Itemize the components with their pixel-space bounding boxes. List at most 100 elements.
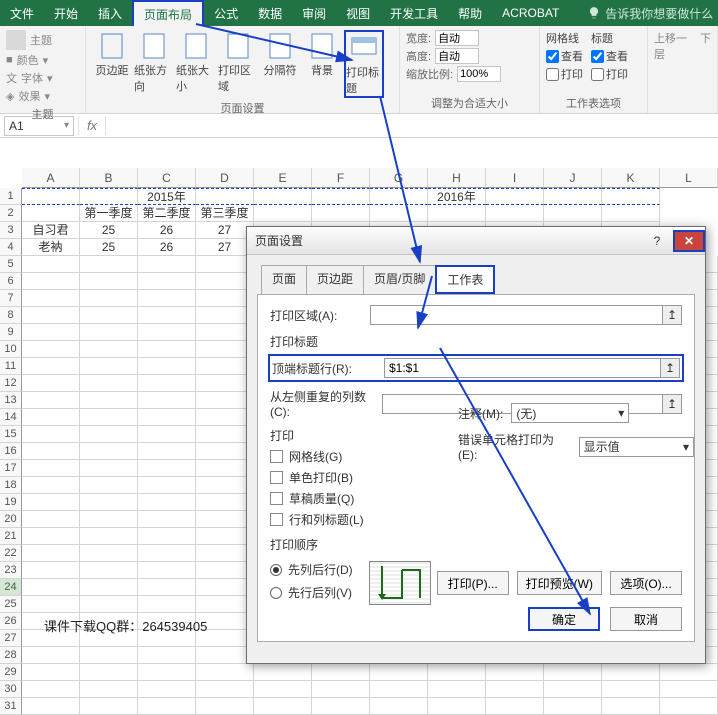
- col-H[interactable]: H: [428, 168, 486, 188]
- row-2[interactable]: 2: [0, 205, 22, 222]
- options-button[interactable]: 选项(O)...: [610, 571, 682, 595]
- print-titles-button[interactable]: 打印标题: [344, 30, 384, 98]
- col-F[interactable]: F: [312, 168, 370, 188]
- tab-review[interactable]: 审阅: [292, 0, 336, 26]
- row-26[interactable]: 26: [0, 613, 22, 630]
- dialog-titlebar[interactable]: 页面设置 ? ✕: [247, 227, 705, 255]
- row-17[interactable]: 17: [0, 460, 22, 477]
- bw-check[interactable]: 单色打印(B): [270, 469, 682, 486]
- dlg-tab-headerfooter[interactable]: 页眉/页脚: [363, 265, 435, 294]
- col-K[interactable]: K: [602, 168, 660, 188]
- cancel-button[interactable]: 取消: [610, 607, 682, 631]
- row-31[interactable]: 31: [0, 698, 22, 715]
- tab-data[interactable]: 数据: [248, 0, 292, 26]
- tab-help[interactable]: 帮助: [448, 0, 492, 26]
- bring-forward-button[interactable]: 上移一层: [654, 30, 696, 62]
- top-rows-input[interactable]: [384, 358, 661, 378]
- tab-developer[interactable]: 开发工具: [380, 0, 448, 26]
- close-button[interactable]: ✕: [673, 230, 705, 252]
- order-down-radio[interactable]: 先列后行(D): [270, 561, 353, 578]
- effects-button[interactable]: ◈ 效果 ▾: [6, 88, 79, 104]
- send-backward-button[interactable]: 下: [700, 30, 711, 62]
- row-23[interactable]: 23: [0, 562, 22, 579]
- row-18[interactable]: 18: [0, 477, 22, 494]
- year-2016[interactable]: 2016年: [428, 188, 486, 205]
- height-select[interactable]: [435, 48, 479, 64]
- col-L[interactable]: L: [660, 168, 718, 188]
- row-5[interactable]: 5: [0, 256, 22, 273]
- rowcol-check[interactable]: 行和列标题(L): [270, 511, 682, 528]
- row-20[interactable]: 20: [0, 511, 22, 528]
- tab-page-layout[interactable]: 页面布局: [132, 0, 204, 26]
- tab-formulas[interactable]: 公式: [204, 0, 248, 26]
- tab-insert[interactable]: 插入: [88, 0, 132, 26]
- row-13[interactable]: 13: [0, 392, 22, 409]
- row-6[interactable]: 6: [0, 273, 22, 290]
- colors-button[interactable]: ■ 颜色 ▾: [6, 52, 79, 68]
- row-16[interactable]: 16: [0, 443, 22, 460]
- year-2015[interactable]: 2015年: [138, 188, 196, 205]
- margins-button[interactable]: 页边距: [92, 30, 132, 98]
- col-J[interactable]: J: [544, 168, 602, 188]
- draft-check[interactable]: 草稿质量(Q): [270, 490, 682, 507]
- size-button[interactable]: 纸张大小: [176, 30, 216, 98]
- fonts-button[interactable]: 文 字体 ▾: [6, 70, 79, 86]
- row-10[interactable]: 10: [0, 341, 22, 358]
- row-15[interactable]: 15: [0, 426, 22, 443]
- print-area-collapse-button[interactable]: ↥: [662, 305, 682, 325]
- print-area-input[interactable]: [370, 305, 663, 325]
- ok-button[interactable]: 确定: [528, 607, 600, 631]
- orientation-button[interactable]: 纸张方向: [134, 30, 174, 98]
- col-B[interactable]: B: [80, 168, 138, 188]
- headings-print-check[interactable]: 打印: [591, 66, 628, 82]
- tab-view[interactable]: 视图: [336, 0, 380, 26]
- tell-me-search[interactable]: 告诉我你想要做什么: [587, 0, 713, 26]
- gridlines-view-check[interactable]: 查看: [546, 48, 583, 64]
- row-14[interactable]: 14: [0, 409, 22, 426]
- col-C[interactable]: C: [138, 168, 196, 188]
- col-E[interactable]: E: [254, 168, 312, 188]
- row-7[interactable]: 7: [0, 290, 22, 307]
- col-D[interactable]: D: [196, 168, 254, 188]
- col-A[interactable]: A: [22, 168, 80, 188]
- dlg-tab-sheet[interactable]: 工作表: [435, 265, 495, 294]
- print-area-button[interactable]: 打印区域: [218, 30, 258, 98]
- headings-view-check[interactable]: 查看: [591, 48, 628, 64]
- row-9[interactable]: 9: [0, 324, 22, 341]
- col-G[interactable]: G: [370, 168, 428, 188]
- top-rows-collapse-button[interactable]: ↥: [660, 358, 680, 378]
- order-over-radio[interactable]: 先行后列(V): [270, 584, 353, 601]
- col-I[interactable]: I: [486, 168, 544, 188]
- row-4[interactable]: 4: [0, 239, 22, 256]
- fx-button[interactable]: fx: [78, 116, 106, 135]
- themes-button[interactable]: 主题: [6, 30, 79, 50]
- row-30[interactable]: 30: [0, 681, 22, 698]
- row-12[interactable]: 12: [0, 375, 22, 392]
- row-11[interactable]: 11: [0, 358, 22, 375]
- scale-input[interactable]: [457, 66, 501, 82]
- row-19[interactable]: 19: [0, 494, 22, 511]
- row-28[interactable]: 28: [0, 647, 22, 664]
- gridlines-print-check[interactable]: 打印: [546, 66, 583, 82]
- tab-file[interactable]: 文件: [0, 0, 44, 26]
- row-29[interactable]: 29: [0, 664, 22, 681]
- tab-acrobat[interactable]: ACROBAT: [492, 0, 569, 26]
- breaks-button[interactable]: 分隔符: [260, 30, 300, 98]
- row-27[interactable]: 27: [0, 630, 22, 647]
- errors-select[interactable]: 显示值▾: [579, 437, 694, 457]
- width-select[interactable]: [435, 30, 479, 46]
- dlg-tab-margins[interactable]: 页边距: [306, 265, 363, 294]
- dlg-tab-page[interactable]: 页面: [261, 265, 306, 294]
- row-3[interactable]: 3: [0, 222, 22, 239]
- tab-home[interactable]: 开始: [44, 0, 88, 26]
- print-button[interactable]: 打印(P)...: [437, 571, 509, 595]
- formula-input[interactable]: [106, 116, 718, 136]
- row-8[interactable]: 8: [0, 307, 22, 324]
- preview-button[interactable]: 打印预览(W): [517, 571, 602, 595]
- comments-select[interactable]: (无)▾: [511, 403, 629, 423]
- row-25[interactable]: 25: [0, 596, 22, 613]
- row-24[interactable]: 24: [0, 579, 22, 596]
- background-button[interactable]: 背景: [302, 30, 342, 98]
- help-button[interactable]: ?: [641, 230, 673, 252]
- row-22[interactable]: 22: [0, 545, 22, 562]
